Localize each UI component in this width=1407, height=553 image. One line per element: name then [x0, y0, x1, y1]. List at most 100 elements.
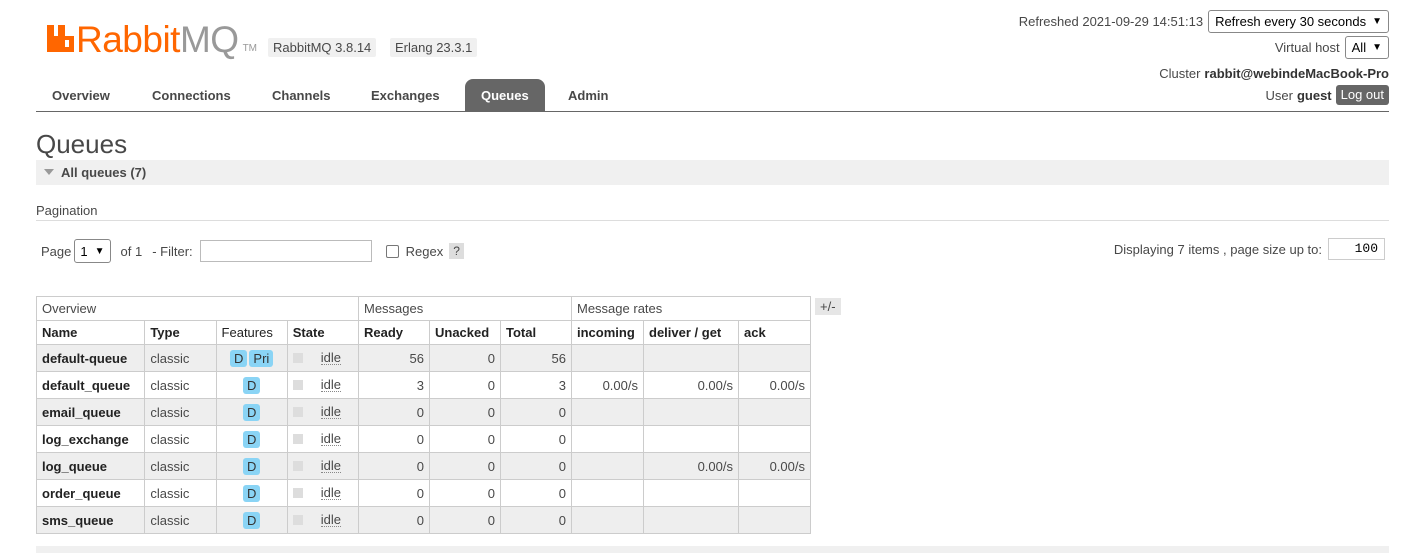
queue-type: classic — [144, 371, 217, 399]
feature-badge-durable: D — [242, 484, 261, 502]
ready-count: 0 — [358, 479, 430, 507]
incoming-rate — [571, 425, 644, 453]
deliver-get-rate: 0.00/s — [643, 371, 739, 399]
pagination-divider — [36, 220, 1389, 221]
state-indicator-icon — [292, 380, 303, 390]
tab-connections[interactable]: Connections — [136, 79, 247, 111]
tab-admin[interactable]: Admin — [552, 79, 624, 111]
logo-trademark: TM — [242, 43, 258, 54]
refreshed-timestamp: Refreshed 2021-09-29 14:51:13 — [1018, 13, 1204, 29]
deliver-get-rate — [643, 398, 739, 426]
chevron-down-icon: ▼ — [1372, 15, 1382, 27]
col-ready[interactable]: Ready — [358, 320, 430, 345]
rabbitmq-logo-icon — [47, 25, 74, 52]
state-indicator-icon — [292, 488, 303, 498]
queue-name-link[interactable]: sms_queue — [35, 506, 146, 534]
tab-overview[interactable]: Overview — [36, 79, 126, 111]
columns-toggle-button[interactable]: +/- — [815, 298, 841, 315]
page-select[interactable]: 1 ▼ — [74, 239, 111, 263]
tab-exchanges[interactable]: Exchanges — [355, 79, 456, 111]
virtual-host-select[interactable]: All ▼ — [1344, 35, 1389, 59]
all-queues-label: All queues (7) — [61, 165, 147, 180]
incoming-rate — [571, 398, 644, 426]
incoming-rate: 0.00/s — [571, 371, 644, 399]
unacked-count: 0 — [429, 398, 501, 426]
ack-rate — [738, 398, 811, 426]
state-indicator-icon — [292, 461, 303, 471]
col-deliver-get[interactable]: deliver / get — [643, 320, 739, 345]
ready-count: 3 — [358, 371, 430, 399]
queue-features: D — [215, 452, 288, 480]
table-column-header: Name Type Features State Ready Unacked T… — [35, 320, 811, 345]
display-items: Displaying 7 items , page size up to: 10… — [1114, 237, 1385, 261]
state-text: idle — [320, 377, 342, 392]
ack-rate: 0.00/s — [738, 452, 811, 480]
deliver-get-rate — [643, 425, 739, 453]
queues-table: Overview Messages Message rates Name Typ… — [35, 296, 811, 534]
queue-state: idle — [286, 479, 360, 507]
total-count: 56 — [500, 344, 572, 372]
page-size-input[interactable]: 100 — [1328, 238, 1385, 260]
logo-text-rabbit: Rabbit — [76, 19, 180, 60]
unacked-count: 0 — [429, 344, 501, 372]
feature-badge-durable: D — [242, 376, 261, 394]
col-unacked[interactable]: Unacked — [429, 320, 501, 345]
ack-rate — [738, 425, 811, 453]
add-queue-section-bar[interactable] — [36, 546, 1389, 553]
tab-queues[interactable]: Queues — [465, 79, 545, 111]
refresh-interval-value: Refresh every 30 seconds — [1215, 13, 1367, 29]
deliver-get-rate — [643, 479, 739, 507]
queue-state: idle — [286, 506, 360, 534]
queue-name-link[interactable]: default_queue — [35, 371, 146, 399]
regex-checkbox[interactable] — [385, 244, 399, 258]
total-count: 0 — [500, 425, 572, 453]
feature-badge-durable: D — [242, 457, 261, 475]
queue-type: classic — [144, 506, 217, 534]
queue-name-link[interactable]: log_exchange — [35, 425, 146, 453]
queue-state: idle — [286, 344, 360, 372]
queue-name-link[interactable]: email_queue — [35, 398, 146, 426]
state-indicator-icon — [292, 434, 303, 444]
ack-rate: 0.00/s — [738, 371, 811, 399]
table-row: email_queue classic D idle 0 0 0 — [35, 398, 811, 426]
refresh-interval-select[interactable]: Refresh every 30 seconds ▼ — [1208, 9, 1389, 33]
col-state[interactable]: State — [286, 320, 360, 345]
ready-count: 0 — [358, 398, 430, 426]
state-text: idle — [320, 350, 342, 365]
total-count: 0 — [500, 452, 572, 480]
total-count: 3 — [500, 371, 572, 399]
col-total[interactable]: Total — [500, 320, 572, 345]
col-type[interactable]: Type — [144, 320, 217, 345]
group-message-rates: Message rates — [571, 296, 811, 321]
page-select-value: 1 — [80, 243, 88, 259]
queue-name-link[interactable]: default-queue — [35, 344, 146, 372]
col-ack[interactable]: ack — [738, 320, 811, 345]
queue-name-link[interactable]: order_queue — [35, 479, 146, 507]
col-name[interactable]: Name — [35, 320, 146, 345]
unacked-count: 0 — [429, 506, 501, 534]
regex-help-button[interactable]: ? — [449, 243, 464, 259]
total-count: 0 — [500, 479, 572, 507]
incoming-rate — [571, 344, 644, 372]
ready-count: 0 — [358, 452, 430, 480]
filter-row: Page 1 ▼ of 1 - Filter: Regex ? — [41, 239, 464, 263]
state-text: idle — [320, 431, 342, 446]
queue-type: classic — [144, 425, 217, 453]
tab-channels[interactable]: Channels — [256, 79, 347, 111]
queue-features: D — [215, 425, 288, 453]
ack-rate — [738, 506, 811, 534]
erlang-version-badge: Erlang 23.3.1 — [390, 38, 478, 57]
all-queues-section-toggle[interactable]: All queues (7) — [36, 160, 1389, 185]
col-incoming[interactable]: incoming — [571, 320, 644, 345]
main-nav: Overview Connections Channels Exchanges … — [36, 79, 1389, 112]
page-count-label: of 1 — [120, 243, 143, 259]
queue-name-link[interactable]: log_queue — [35, 452, 146, 480]
state-indicator-icon — [292, 407, 303, 417]
queue-state: idle — [286, 371, 360, 399]
queue-features: D Pri — [215, 344, 288, 372]
regex-label: Regex — [405, 243, 444, 259]
unacked-count: 0 — [429, 371, 501, 399]
deliver-get-rate — [643, 344, 739, 372]
filter-input[interactable] — [199, 240, 372, 262]
group-overview: Overview — [36, 296, 359, 321]
